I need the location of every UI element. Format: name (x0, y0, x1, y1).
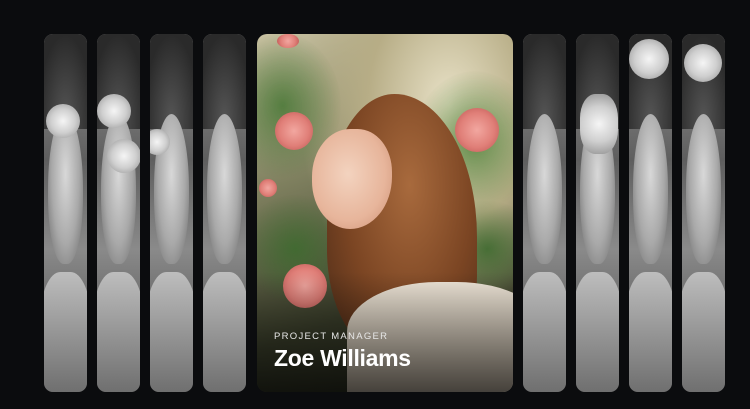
portrait-face (527, 114, 562, 264)
role-label: PROJECT MANAGER (274, 331, 389, 342)
portrait-strip[interactable] (97, 34, 140, 392)
portrait-strip[interactable] (682, 34, 725, 392)
rose-icon (277, 34, 299, 48)
flower-icon (580, 94, 618, 154)
portrait-strip[interactable] (150, 34, 193, 392)
portrait-caption: PROJECT MANAGER Zoe Williams (274, 331, 411, 372)
portrait-strip[interactable] (203, 34, 246, 392)
flower-icon (107, 139, 140, 173)
portrait-body (576, 272, 619, 392)
featured-portrait-card[interactable]: PROJECT MANAGER Zoe Williams (257, 34, 513, 392)
portrait-body (150, 272, 193, 392)
portrait-body (629, 272, 672, 392)
rose-icon (259, 179, 277, 197)
portrait-body (203, 272, 246, 392)
portrait-body (682, 272, 725, 392)
portrait-body (44, 272, 87, 392)
portrait-face (101, 114, 136, 264)
flower-icon (684, 44, 722, 82)
flower-icon (46, 104, 80, 138)
portrait-body (523, 272, 566, 392)
flower-icon (629, 39, 669, 79)
rose-icon (275, 112, 313, 150)
portrait-face (686, 114, 721, 264)
person-name: Zoe Williams (274, 345, 411, 371)
portrait-face (207, 114, 242, 264)
portrait-body (97, 272, 140, 392)
portrait-gallery: PROJECT MANAGER Zoe Williams (0, 0, 750, 409)
rose-icon (455, 108, 499, 152)
portrait-strip[interactable] (44, 34, 87, 392)
portrait-strip[interactable] (629, 34, 672, 392)
flower-icon (97, 94, 131, 128)
portrait-strip[interactable] (576, 34, 619, 392)
portrait-strip[interactable] (523, 34, 566, 392)
portrait-face (633, 114, 668, 264)
